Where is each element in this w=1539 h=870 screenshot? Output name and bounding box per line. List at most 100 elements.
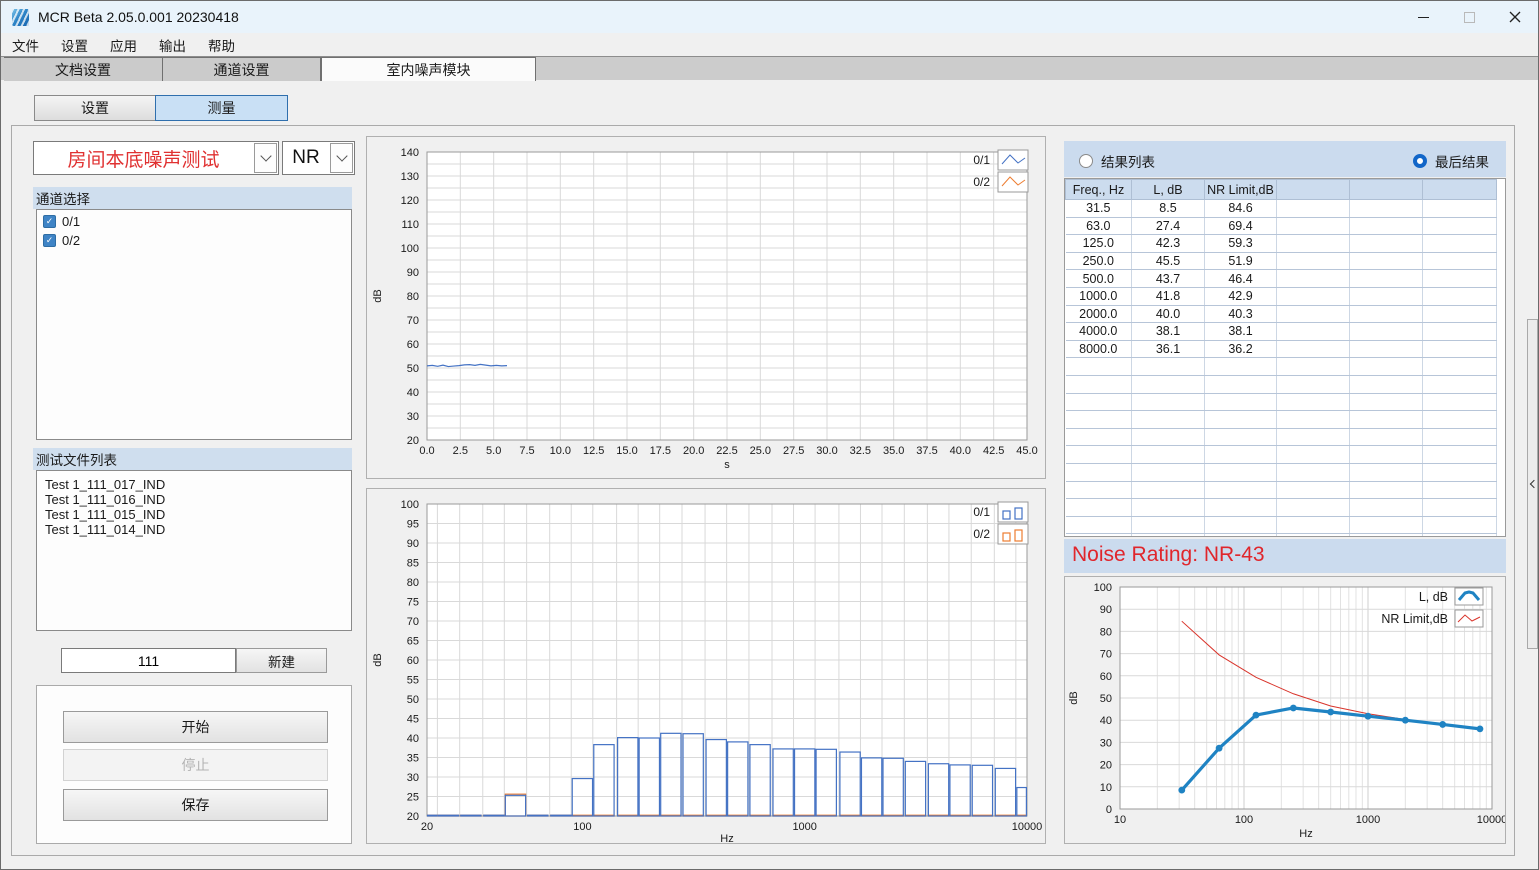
start-button[interactable]: 开始 [63, 711, 328, 743]
table-cell[interactable] [1350, 375, 1423, 393]
table-cell[interactable] [1423, 270, 1497, 288]
table-row[interactable]: 4000.038.138.1 [1066, 323, 1497, 341]
table-cell[interactable] [1423, 534, 1497, 537]
table-cell[interactable] [1423, 375, 1497, 393]
last-result-radio-row[interactable]: 最后结果 [1413, 151, 1489, 171]
table-row[interactable] [1066, 375, 1497, 393]
table-cell[interactable] [1132, 411, 1205, 429]
table-row[interactable]: 63.027.469.4 [1066, 217, 1497, 235]
table-cell[interactable]: 42.9 [1205, 287, 1277, 305]
table-cell[interactable] [1132, 428, 1205, 446]
table-cell[interactable] [1066, 463, 1132, 481]
table-cell[interactable]: 46.4 [1205, 270, 1277, 288]
table-cell[interactable]: 500.0 [1066, 270, 1132, 288]
result-list-radio-row[interactable]: 结果列表 [1079, 151, 1155, 171]
table-cell[interactable] [1066, 393, 1132, 411]
table-cell[interactable] [1205, 428, 1277, 446]
table-cell[interactable] [1066, 534, 1132, 537]
table-cell[interactable] [1423, 252, 1497, 270]
collapse-panel-button[interactable] [1527, 319, 1538, 649]
table-cell[interactable]: 2000.0 [1066, 305, 1132, 323]
table-row[interactable]: 31.58.584.6 [1066, 200, 1497, 218]
table-cell[interactable] [1132, 499, 1205, 517]
table-cell[interactable] [1132, 534, 1205, 537]
table-row[interactable]: 250.045.551.9 [1066, 252, 1497, 270]
table-cell[interactable]: 38.1 [1132, 323, 1205, 341]
table-row[interactable] [1066, 463, 1497, 481]
table-cell[interactable] [1066, 446, 1132, 464]
checkbox-checked-icon[interactable]: ✓ [43, 215, 56, 228]
table-cell[interactable] [1423, 463, 1497, 481]
test-file-item[interactable]: Test 1_111_016_IND [37, 492, 351, 507]
table-cell[interactable] [1277, 270, 1350, 288]
table-header-cell[interactable] [1350, 180, 1423, 200]
table-cell[interactable] [1350, 534, 1423, 537]
subtab-measure[interactable]: 测量 [155, 95, 288, 121]
last-result-radio[interactable] [1413, 154, 1427, 168]
table-cell[interactable] [1423, 411, 1497, 429]
table-cell[interactable]: 40.0 [1132, 305, 1205, 323]
table-cell[interactable] [1350, 305, 1423, 323]
tab-document-settings[interactable]: 文档设置 [4, 57, 163, 81]
table-cell[interactable] [1277, 411, 1350, 429]
table-cell[interactable] [1277, 200, 1350, 218]
table-cell[interactable] [1066, 499, 1132, 517]
table-cell[interactable]: 43.7 [1132, 270, 1205, 288]
table-cell[interactable]: 31.5 [1066, 200, 1132, 218]
table-cell[interactable] [1423, 340, 1497, 358]
table-cell[interactable] [1350, 499, 1423, 517]
table-cell[interactable]: 36.1 [1132, 340, 1205, 358]
table-cell[interactable]: 250.0 [1066, 252, 1132, 270]
table-cell[interactable] [1350, 217, 1423, 235]
table-cell[interactable]: 1000.0 [1066, 287, 1132, 305]
table-header-cell[interactable]: NR Limit,dB [1205, 180, 1277, 200]
table-cell[interactable] [1423, 287, 1497, 305]
table-cell[interactable] [1132, 446, 1205, 464]
menu-output[interactable]: 输出 [148, 35, 197, 55]
test-file-item[interactable]: Test 1_111_017_IND [37, 477, 351, 492]
new-button[interactable]: 新建 [236, 648, 327, 673]
table-cell[interactable] [1423, 358, 1497, 376]
table-cell[interactable] [1205, 463, 1277, 481]
table-cell[interactable] [1350, 481, 1423, 499]
table-cell[interactable] [1066, 375, 1132, 393]
table-cell[interactable] [1205, 393, 1277, 411]
table-cell[interactable] [1277, 499, 1350, 517]
table-row[interactable] [1066, 516, 1497, 534]
table-cell[interactable]: 42.3 [1132, 235, 1205, 253]
table-row[interactable] [1066, 411, 1497, 429]
table-cell[interactable] [1066, 481, 1132, 499]
table-row[interactable] [1066, 393, 1497, 411]
table-cell[interactable] [1277, 446, 1350, 464]
table-cell[interactable]: 8.5 [1132, 200, 1205, 218]
channel-item[interactable]: ✓0/1 [43, 214, 351, 229]
table-cell[interactable]: 40.3 [1205, 305, 1277, 323]
table-cell[interactable] [1277, 305, 1350, 323]
table-cell[interactable] [1350, 200, 1423, 218]
table-cell[interactable] [1277, 323, 1350, 341]
table-cell[interactable]: 36.2 [1205, 340, 1277, 358]
table-cell[interactable] [1132, 481, 1205, 499]
table-header-cell[interactable]: Freq., Hz [1066, 180, 1132, 200]
test-file-item[interactable]: Test 1_111_015_IND [37, 507, 351, 522]
menu-help[interactable]: 帮助 [197, 35, 246, 55]
table-cell[interactable]: 41.8 [1132, 287, 1205, 305]
table-cell[interactable] [1132, 393, 1205, 411]
table-cell[interactable] [1350, 340, 1423, 358]
maximize-button[interactable] [1446, 1, 1492, 33]
test-file-item[interactable]: Test 1_111_014_IND [37, 522, 351, 537]
table-cell[interactable] [1350, 428, 1423, 446]
table-row[interactable]: 8000.036.136.2 [1066, 340, 1497, 358]
table-cell[interactable] [1132, 375, 1205, 393]
table-cell[interactable] [1066, 411, 1132, 429]
table-cell[interactable]: 38.1 [1205, 323, 1277, 341]
table-cell[interactable] [1205, 358, 1277, 376]
table-header-cell[interactable] [1277, 180, 1350, 200]
menu-settings[interactable]: 设置 [50, 35, 99, 55]
menu-file[interactable]: 文件 [1, 35, 50, 55]
table-cell[interactable] [1277, 287, 1350, 305]
channel-item[interactable]: ✓0/2 [43, 233, 351, 248]
table-cell[interactable]: 125.0 [1066, 235, 1132, 253]
table-cell[interactable]: 59.3 [1205, 235, 1277, 253]
rating-combo-arrow[interactable] [330, 143, 353, 173]
